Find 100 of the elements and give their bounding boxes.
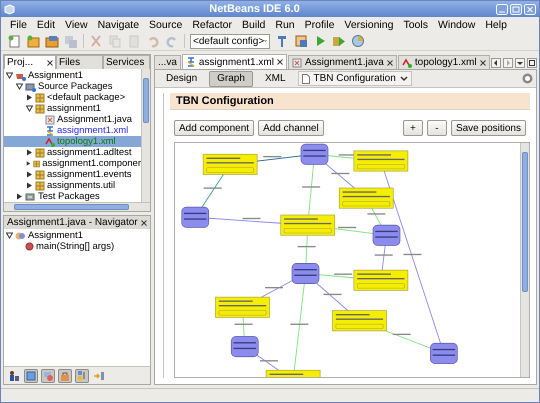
edge-label xyxy=(331,172,350,174)
menu-item[interactable]: View xyxy=(60,18,93,30)
action-button[interactable]: Save positions xyxy=(450,120,526,136)
tree-item[interactable]: assignment1.events xyxy=(4,169,141,180)
tree-item[interactable]: main(String[] args) xyxy=(4,241,150,252)
broom-icon[interactable] xyxy=(294,34,308,48)
tree-item[interactable]: Assignment1.java xyxy=(4,114,141,125)
tree-item[interactable]: assignment1 xyxy=(4,103,141,114)
menu-item[interactable]: Help xyxy=(480,18,512,30)
collapsed-triangle-icon[interactable] xyxy=(26,182,33,189)
menu-item[interactable]: Build xyxy=(237,18,270,30)
close-icon[interactable] xyxy=(141,220,147,226)
channel-node xyxy=(280,214,336,236)
vertical-scrollbar[interactable] xyxy=(141,69,150,202)
horizontal-scrollbar[interactable] xyxy=(4,202,150,211)
edge-label xyxy=(260,360,278,362)
collapsed-triangle-icon[interactable] xyxy=(26,171,33,178)
scroll-left-button[interactable] xyxy=(491,58,501,68)
close-icon[interactable] xyxy=(276,59,283,65)
expanded-triangle-icon[interactable] xyxy=(6,72,13,79)
expanded-triangle-icon[interactable] xyxy=(6,232,13,239)
menu-item[interactable]: Tools xyxy=(398,18,433,30)
edge-label xyxy=(298,246,316,248)
collapsed-triangle-icon[interactable] xyxy=(26,160,32,167)
menu-item[interactable]: Source xyxy=(144,18,188,30)
collapsed-triangle-icon[interactable] xyxy=(26,149,33,156)
panel-tab[interactable]: Proj... xyxy=(4,55,56,69)
collapsed-triangle-icon[interactable] xyxy=(26,94,33,101)
edge-label xyxy=(290,324,308,325)
edge-label xyxy=(334,274,352,275)
maximize-button[interactable] xyxy=(527,58,537,68)
editor-tab[interactable]: topology1.xml xyxy=(398,55,490,69)
toggle-button[interactable] xyxy=(58,368,72,382)
toggle-button[interactable] xyxy=(41,368,55,382)
package-icon xyxy=(35,104,45,114)
tree-item[interactable]: assignment1.xml xyxy=(4,125,141,136)
collapsed-triangle-icon[interactable] xyxy=(16,193,23,200)
toggle-button[interactable] xyxy=(24,368,38,382)
expanded-triangle-icon[interactable] xyxy=(16,83,23,90)
action-button[interactable]: + xyxy=(402,120,423,136)
vertical-scrollbar[interactable] xyxy=(520,143,529,377)
menu-item[interactable]: Edit xyxy=(32,18,60,30)
tree-item[interactable]: assignment1.componer xyxy=(4,158,141,169)
tree-item[interactable]: Test Packages xyxy=(4,191,141,202)
editor-tab[interactable]: ...va xyxy=(154,55,181,69)
edge-label xyxy=(403,254,422,256)
hammer-icon[interactable] xyxy=(275,34,289,48)
toggle-button[interactable] xyxy=(7,368,21,382)
menu-item[interactable]: Profile xyxy=(300,18,340,30)
close-icon[interactable] xyxy=(480,60,486,66)
gauge-icon[interactable] xyxy=(351,34,365,48)
open-folder-icon[interactable] xyxy=(45,34,59,48)
package-icon xyxy=(35,170,45,180)
lock-icon xyxy=(60,370,70,380)
expanded-triangle-icon[interactable] xyxy=(26,105,33,112)
tree-item[interactable]: Assignment1 xyxy=(4,230,150,241)
java-file-icon xyxy=(45,114,55,124)
minimize-button[interactable] xyxy=(496,4,508,14)
editor-tab[interactable]: Assignment1.java xyxy=(288,55,397,69)
close-icon[interactable] xyxy=(47,60,53,66)
tree-item[interactable]: assignments.util xyxy=(4,180,141,191)
action-button[interactable]: Add component xyxy=(174,120,254,136)
close-button[interactable] xyxy=(524,4,536,14)
help-icon[interactable] xyxy=(522,73,533,84)
test-folder-icon xyxy=(25,192,36,202)
arrow-icon xyxy=(93,370,105,380)
editor-tab[interactable]: assignment1.xml xyxy=(182,54,287,69)
section-dropdown[interactable]: TBN Configuration xyxy=(298,71,412,86)
edge-label xyxy=(338,226,356,228)
view-tab[interactable]: Design xyxy=(158,70,206,86)
new-file-icon[interactable] xyxy=(7,34,21,48)
menu-item[interactable]: Run xyxy=(270,18,300,30)
component-node xyxy=(430,342,458,364)
dropdown-button[interactable] xyxy=(515,58,525,68)
panel-title: Assignment1.java - Navigator xyxy=(7,217,138,228)
toggle-button[interactable] xyxy=(75,368,89,382)
menu-item[interactable]: Versioning xyxy=(339,18,398,30)
menu-item[interactable]: Window xyxy=(432,18,480,30)
tree-item[interactable]: Source Packages xyxy=(4,81,141,92)
menu-item[interactable]: Navigate xyxy=(92,18,144,30)
menu-item[interactable]: File xyxy=(5,18,32,30)
tree-item[interactable]: Assignment1 xyxy=(4,70,141,81)
debug-icon[interactable] xyxy=(332,34,346,48)
view-tab[interactable]: XML xyxy=(256,70,294,86)
panel-tab[interactable]: Files xyxy=(56,55,103,69)
file-name: Assignment1.java xyxy=(57,114,132,125)
config-dropdown[interactable]: <default config> xyxy=(190,34,270,48)
panel-tab[interactable]: Services xyxy=(103,55,150,69)
xml-file-icon xyxy=(186,57,196,67)
new-folder-icon[interactable] xyxy=(26,34,40,48)
edge-label xyxy=(263,156,282,158)
tree-item[interactable]: assignment1.adltest xyxy=(4,147,141,158)
action-button[interactable]: Add channel xyxy=(258,120,324,136)
component-node xyxy=(292,263,320,284)
action-button[interactable]: - xyxy=(426,120,447,136)
view-tab[interactable]: Graph xyxy=(209,70,253,86)
square-icon xyxy=(26,370,36,380)
tree-item[interactable]: <default package> xyxy=(4,92,141,103)
menu-item[interactable]: Refactor xyxy=(187,18,238,30)
close-icon[interactable] xyxy=(386,60,393,66)
